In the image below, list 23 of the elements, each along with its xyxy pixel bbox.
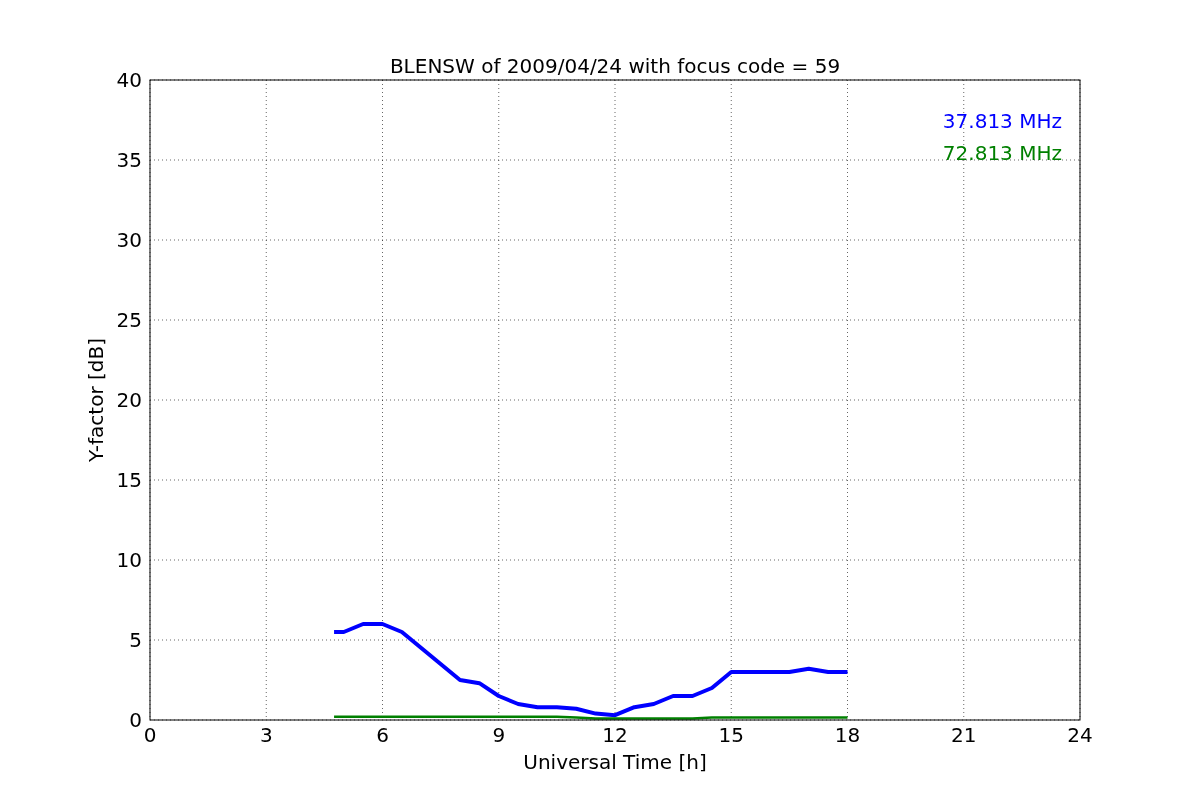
x-tick-label: 21	[951, 723, 977, 747]
y-tick-label: 40	[116, 68, 142, 92]
x-tick-label: 6	[376, 723, 389, 747]
legend-label: 72.813 MHz	[942, 141, 1062, 165]
x-tick-label: 3	[259, 723, 273, 747]
y-tick-label: 20	[116, 388, 142, 412]
x-tick-label: 18	[834, 723, 861, 747]
chart-title: BLENSW of 2009/04/24 with focus code = 59	[389, 54, 841, 78]
x-tick-label: 0	[143, 723, 157, 747]
y-tick-label: 25	[116, 308, 142, 332]
y-tick-label: 35	[116, 148, 142, 172]
x-tick-label: 24	[1067, 723, 1093, 747]
x-tick-label: 9	[492, 723, 506, 747]
y-tick-label: 10	[116, 548, 142, 572]
y-tick-label: 30	[116, 228, 142, 252]
y-tick-label: 15	[116, 468, 142, 492]
y-tick-label: 5	[129, 628, 142, 652]
x-axis-label: Universal Time [h]	[523, 750, 707, 774]
legend-label: 37.813 MHz	[942, 109, 1062, 133]
y-tick-label: 0	[129, 708, 142, 732]
y-axis-label: Y-factor [dB]	[84, 338, 108, 462]
x-tick-label: 15	[718, 723, 744, 747]
x-tick-label: 12	[602, 723, 628, 747]
